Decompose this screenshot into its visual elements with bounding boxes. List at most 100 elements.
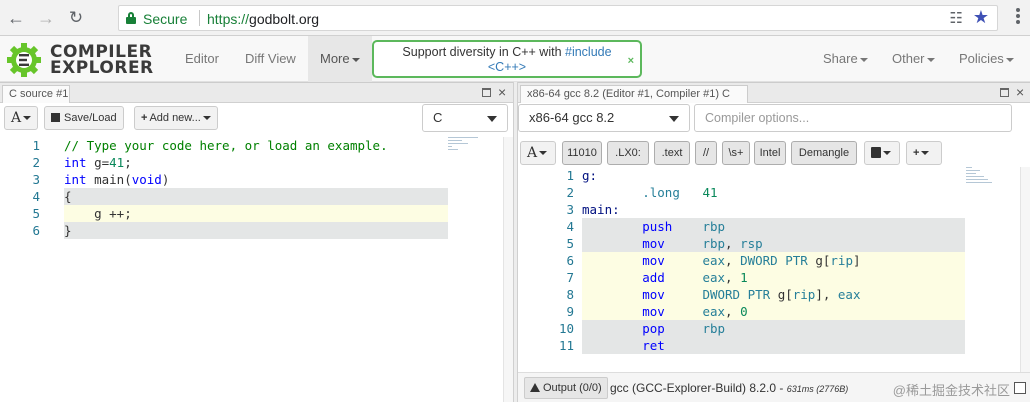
line-text: { xyxy=(64,188,72,205)
code-line: 1 // Type your code here, or load an exam… xyxy=(0,137,503,154)
tab-compiler[interactable]: x86-64 gcc 8.2 (Editor #1, Compiler #1) … xyxy=(520,85,748,103)
dropdown-arrow-icon xyxy=(487,116,497,122)
filter-button[interactable]: \s+ xyxy=(722,141,750,165)
source-scrollbar[interactable] xyxy=(503,137,513,402)
filter-button[interactable]: 11010 xyxy=(562,141,602,165)
nav-more-dropdown[interactable]: More xyxy=(308,36,372,82)
code-token: ; xyxy=(124,155,132,170)
nav-policies-dropdown[interactable]: Policies xyxy=(947,36,1026,82)
code-token: void xyxy=(131,172,162,187)
ce-navbar: COMPILER EXPLORER Editor Diff View More … xyxy=(0,36,1030,82)
assembly-minimap[interactable] xyxy=(966,167,1006,195)
url-scheme: https:// xyxy=(207,11,250,27)
compiler-value: x86-64 gcc 8.2 xyxy=(529,110,615,125)
filter-button[interactable]: .text xyxy=(654,141,690,165)
filter-button[interactable]: // xyxy=(695,141,717,165)
url-text[interactable]: https://godbolt.org xyxy=(207,11,319,27)
line-number: 6 xyxy=(566,253,574,268)
assembly-scrollbar[interactable] xyxy=(1020,167,1030,373)
line-number: 8 xyxy=(566,287,574,302)
code-line: 1 g: xyxy=(518,167,1020,184)
line-number: 6 xyxy=(32,223,40,238)
filter-button[interactable]: .LX0: xyxy=(607,141,649,165)
language-select[interactable]: C xyxy=(422,104,508,132)
close-pane-icon[interactable]: × xyxy=(1016,84,1024,100)
secure-label: Secure xyxy=(143,11,188,27)
address-bar[interactable]: Secure https://godbolt.org ☷ ★ xyxy=(118,5,998,31)
nav-editor[interactable]: Editor xyxy=(173,36,231,82)
line-text: int main(void) xyxy=(64,171,169,188)
nav-other-dropdown[interactable]: Other xyxy=(880,36,947,82)
filter-button[interactable]: Intel xyxy=(754,141,786,165)
nav-share-dropdown[interactable]: Share xyxy=(811,36,880,82)
forward-arrow-icon[interactable]: → xyxy=(36,8,56,28)
source-minimap[interactable] xyxy=(448,137,488,165)
caret-down-icon xyxy=(23,116,32,120)
line-highlight xyxy=(64,188,448,205)
page-info-icon[interactable]: ☷ xyxy=(950,9,963,27)
url-host: godbolt.org xyxy=(249,11,320,27)
line-text: g: xyxy=(582,167,597,184)
code-token: , xyxy=(725,270,741,285)
url-separator xyxy=(199,10,200,26)
compiler-options-input[interactable]: Compiler options... xyxy=(694,104,1012,132)
code-token: rbp xyxy=(702,219,726,234)
code-token: eax xyxy=(702,304,726,319)
notice-line2[interactable]: <C++> xyxy=(374,60,640,75)
plus-icon: + xyxy=(141,112,148,124)
code-line: 9 mov eax, 0 xyxy=(518,303,1020,320)
code-token: mov xyxy=(642,236,665,251)
code-line: 11 ret xyxy=(518,337,1020,354)
compiler-explorer-logo[interactable]: COMPILER EXPLORER xyxy=(6,42,156,78)
libraries-button[interactable] xyxy=(864,141,900,165)
compiler-tabbar: x86-64 gcc 8.2 (Editor #1, Compiler #1) … xyxy=(518,83,1030,103)
save-load-button[interactable]: Save/Load xyxy=(44,106,124,130)
maximize-icon[interactable] xyxy=(1000,88,1009,97)
line-number: 5 xyxy=(566,236,574,251)
line-number: 2 xyxy=(32,155,40,170)
close-pane-icon[interactable]: × xyxy=(498,84,506,100)
add-tool-button[interactable]: + xyxy=(906,141,942,165)
bookmark-star-icon[interactable]: ★ xyxy=(973,7,989,28)
filter-button[interactable]: Demangle xyxy=(791,141,857,165)
add-new-button[interactable]: + Add new... xyxy=(134,106,218,130)
code-token: int xyxy=(64,172,87,187)
line-number: 4 xyxy=(32,189,40,204)
code-token: main: xyxy=(582,202,620,217)
code-token: eax xyxy=(702,270,726,285)
caret-down-icon xyxy=(926,57,935,62)
code-line: 2 int g=41; xyxy=(0,154,503,171)
source-editor[interactable]: 1 // Type your code here, or load an exam… xyxy=(0,137,503,402)
back-arrow-icon[interactable]: ← xyxy=(6,8,26,28)
nav-diff-view[interactable]: Diff View xyxy=(233,36,308,82)
code-token: DWORD PTR xyxy=(702,287,771,302)
code-token: { xyxy=(64,189,72,204)
code-token: 41 xyxy=(702,185,718,200)
compiler-select[interactable]: x86-64 gcc 8.2 xyxy=(518,104,690,132)
maximize-icon[interactable] xyxy=(482,88,491,97)
watermark: @稀土掘金技术社区 xyxy=(892,383,1010,398)
browser-menu-icon[interactable] xyxy=(1016,8,1020,26)
code-line: 7 add eax, 1 xyxy=(518,269,1020,286)
code-token: rip xyxy=(792,287,816,302)
code-token: main( xyxy=(86,172,132,187)
save-load-label: Save/Load xyxy=(64,112,117,124)
code-line: 6} xyxy=(0,222,503,239)
popout-icon[interactable] xyxy=(1014,382,1026,394)
code-token: rbp xyxy=(702,236,726,251)
notice-link[interactable]: #include xyxy=(565,45,612,59)
line-number: 2 xyxy=(566,185,574,200)
save-icon xyxy=(51,113,60,122)
font-size-button[interactable]: A xyxy=(520,141,556,165)
code-token: g[ xyxy=(770,287,793,302)
output-button[interactable]: Output (0/0) xyxy=(524,377,608,399)
code-token: int xyxy=(64,155,87,170)
reload-icon[interactable]: ↻ xyxy=(66,8,86,28)
font-size-icon: A xyxy=(11,110,22,126)
nav-more-label: More xyxy=(320,51,350,66)
notice-close-icon[interactable]: × xyxy=(628,54,634,69)
tab-c-source[interactable]: C source #1 xyxy=(2,85,70,103)
assembly-output[interactable]: 1 g: 2 .long 41 3 main: 4 push rbp 5 mov rbp, … xyxy=(518,167,1020,373)
font-size-button[interactable]: A xyxy=(4,106,38,130)
